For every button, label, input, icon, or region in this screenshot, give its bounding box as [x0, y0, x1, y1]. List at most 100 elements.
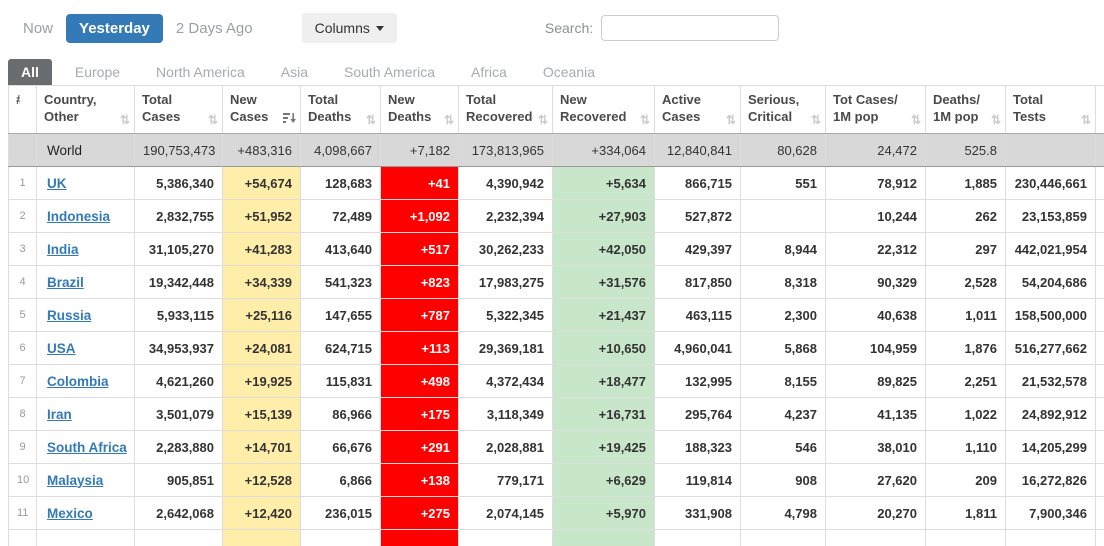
cell-new-cases: +41,283 — [222, 232, 301, 266]
cell-rank: 8 — [8, 397, 37, 431]
columns-label: Columns — [314, 20, 370, 36]
country-link[interactable]: Malaysia — [47, 473, 103, 488]
cell-clipped — [1095, 463, 1104, 497]
cell-new-deaths: +517 — [380, 232, 459, 266]
col-header-country-other[interactable]: Country, Other ⇅ — [36, 85, 135, 134]
cell-new-recovered: +18,477 — [552, 364, 655, 398]
cell-total-recovered: 17,983,275 — [458, 265, 553, 299]
table-row-uk: 1 UK 5,386,340 +54,674 128,683 +41 4,390,942 +5… — [8, 166, 1104, 200]
cell-clipped — [1095, 430, 1104, 464]
search-group: Search: — [545, 15, 780, 41]
cell-total-recovered: 2,074,145 — [458, 496, 553, 530]
cell-serious-critical: 8,944 — [740, 232, 826, 266]
cell-total-recovered: 2,028,881 — [458, 430, 553, 464]
country-link[interactable]: Iran — [47, 407, 72, 422]
search-input[interactable] — [601, 15, 780, 41]
sort-icon: ⇅ — [725, 113, 736, 127]
cell-rank — [8, 133, 37, 167]
cell-new-deaths: +1,092 — [380, 199, 459, 233]
cell-active-cases: 12,840,841 — [654, 133, 741, 167]
col-header-new-cases[interactable]: New Cases — [222, 85, 301, 134]
cell-total-deaths: 624,715 — [300, 331, 381, 365]
country-link[interactable]: UK — [47, 176, 67, 191]
cell-new-recovered: +21,437 — [552, 298, 655, 332]
cell-serious-critical: 80,628 — [740, 133, 826, 167]
cell-total-deaths: 128,683 — [300, 166, 381, 200]
col-header-total-tests[interactable]: Total Tests ⇅ — [1005, 85, 1096, 134]
cell-rank: 5 — [8, 298, 37, 332]
table-row-clipped — [8, 529, 1104, 546]
covid-table-wrap: #Country,Other⇅TotalCases⇅NewCasesTotalD… — [8, 85, 1104, 546]
columns-dropdown-button[interactable]: Columns — [301, 13, 397, 43]
now-button[interactable]: Now — [10, 14, 66, 43]
cell-rank: 1 — [8, 166, 37, 200]
cell-total-recovered: 3,118,349 — [458, 397, 553, 431]
cell-clipped — [1095, 496, 1104, 530]
cell-country: Colombia — [36, 364, 135, 398]
col-header-new-deaths[interactable]: New Deaths ⇅ — [380, 85, 459, 134]
cell-clipped — [1095, 331, 1104, 365]
tab-europe[interactable]: Europe — [62, 59, 133, 85]
two-days-ago-button[interactable]: 2 Days Ago — [163, 14, 266, 43]
tab-north-america[interactable]: North America — [143, 59, 258, 85]
col-header-total-recovered[interactable]: Total Recovered ⇅ — [458, 85, 553, 134]
cell-total-cases: 19,342,448 — [134, 265, 223, 299]
cell-cases-per-1m: 40,638 — [825, 298, 926, 332]
cell-active-cases: 295,764 — [654, 397, 741, 431]
cell-deaths-per-1m: 297 — [925, 232, 1006, 266]
tab-south-america[interactable]: South America — [331, 59, 448, 85]
tab-asia[interactable]: Asia — [268, 59, 321, 85]
cell-active-cases: 188,323 — [654, 430, 741, 464]
worldometer-covid-screen: Now Yesterday 2 Days Ago Columns Search:… — [0, 0, 1104, 546]
cell-new-deaths: +291 — [380, 430, 459, 464]
cell-new-cases: +19,925 — [222, 364, 301, 398]
country-link[interactable]: Brazil — [47, 275, 84, 290]
cell-country: Brazil — [36, 265, 135, 299]
cell-rank: 10 — [8, 463, 37, 497]
col-header-new-recovered[interactable]: New Recovered ⇅ — [552, 85, 655, 134]
cell-cases-per-1m: 38,010 — [825, 430, 926, 464]
table-row-south-africa: 9 South Africa 2,283,880 +14,701 66,676 +291 2… — [8, 430, 1104, 464]
cell-deaths-per-1m: 525.8 — [925, 133, 1006, 167]
cell-rank — [8, 529, 37, 546]
cell-serious-critical: 5,868 — [740, 331, 826, 365]
country-link[interactable]: India — [47, 242, 79, 257]
tab-africa[interactable]: Africa — [458, 59, 520, 85]
country-link[interactable]: Russia — [47, 308, 91, 323]
country-link[interactable]: Mexico — [47, 506, 93, 521]
cell-total-deaths: 413,640 — [300, 232, 381, 266]
cell-cases-per-1m — [825, 529, 926, 546]
cell-serious-critical — [740, 529, 826, 546]
yesterday-button[interactable]: Yesterday — [66, 13, 163, 43]
col-header-tot-cases-1m-pop[interactable]: Tot Cases/1M pop ⇅ — [825, 85, 926, 134]
country-link[interactable]: USA — [47, 341, 76, 356]
table-row-india: 3 India 31,105,270 +41,283 413,640 +517 30,262… — [8, 232, 1104, 266]
cell-new-recovered: +334,064 — [552, 133, 655, 167]
cell-active-cases: 866,715 — [654, 166, 741, 200]
cell-rank: 9 — [8, 430, 37, 464]
cell-serious-critical: 546 — [740, 430, 826, 464]
cell-new-recovered: +5,634 — [552, 166, 655, 200]
col-header-serious-critical[interactable]: Serious, Critical ⇅ — [740, 85, 826, 134]
cell-cases-per-1m: 78,912 — [825, 166, 926, 200]
table-header-row: #Country,Other⇅TotalCases⇅NewCasesTotalD… — [8, 85, 1104, 134]
col-header-total-deaths[interactable]: Total Deaths ⇅ — [300, 85, 381, 134]
country-link[interactable]: Colombia — [47, 374, 109, 389]
col-header-total-cases[interactable]: Total Cases ⇅ — [134, 85, 223, 134]
cell-total-deaths: 236,015 — [300, 496, 381, 530]
cell-total-recovered — [458, 529, 553, 546]
cell-cases-per-1m: 10,244 — [825, 199, 926, 233]
tab-oceania[interactable]: Oceania — [530, 59, 608, 85]
col-header-active-cases[interactable]: Active Cases ⇅ — [654, 85, 741, 134]
country-link[interactable]: South Africa — [47, 440, 127, 455]
col-header-deaths-1m-pop[interactable]: Deaths/1M pop ⇅ — [925, 85, 1006, 134]
tab-all[interactable]: All — [8, 59, 52, 85]
cell-active-cases: 429,397 — [654, 232, 741, 266]
cell-rank: 3 — [8, 232, 37, 266]
cell-total-deaths: 66,676 — [300, 430, 381, 464]
cell-cases-per-1m: 89,825 — [825, 364, 926, 398]
sort-icon: ⇅ — [810, 113, 821, 127]
cell-cases-per-1m: 90,329 — [825, 265, 926, 299]
country-link[interactable]: Indonesia — [47, 209, 110, 224]
cell-new-cases: +24,081 — [222, 331, 301, 365]
